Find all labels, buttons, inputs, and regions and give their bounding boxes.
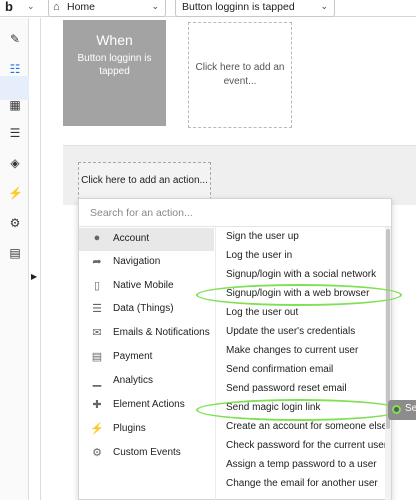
action-log-the-user-out[interactable]: Log the user out — [226, 307, 298, 321]
category-emails-notifications[interactable]: ✉ Emails & Notifications — [79, 322, 214, 345]
brand-chevron-down-icon[interactable]: ⌄ — [27, 1, 35, 12]
category-native-mobile[interactable]: ▯ Native Mobile — [79, 275, 214, 298]
action-create-account-someone-else[interactable]: Create an account for someone else — [226, 421, 387, 435]
pencil-icon[interactable]: ✎ — [8, 32, 22, 46]
event-select-value: Button logginn is tapped — [182, 1, 295, 13]
action-assign-temp-password[interactable]: Assign a temp password to a user — [226, 459, 377, 473]
top-bar: b ⌄ ⌂ Home ⌄ Button logginn is tapped ⌄ — [0, 0, 416, 17]
action-check-password-current-user[interactable]: Check password for the current user — [226, 440, 387, 454]
event-card-subtitle: Button logginn is tapped — [77, 53, 152, 77]
category-label: Native Mobile — [113, 280, 174, 291]
action-list-scrollbar[interactable] — [385, 227, 391, 500]
action-list: Sign the user up Log the user in Signup/… — [215, 227, 387, 500]
settings-icon[interactable]: ⚙ — [8, 216, 22, 230]
home-icon: ⌂ — [53, 1, 60, 13]
category-label: Plugins — [113, 423, 146, 434]
collapse-arrow-icon[interactable]: ▶ — [31, 272, 37, 281]
logs-icon[interactable]: ▤ — [8, 246, 22, 260]
action-dropdown: Search for an action... ● Account ➦ Navi… — [78, 198, 392, 500]
category-data-things[interactable]: ☰ Data (Things) — [79, 298, 214, 321]
add-event-button[interactable]: Click here to add an event... — [188, 22, 292, 128]
action-change-email-another-user[interactable]: Change the email for another user — [226, 478, 378, 492]
category-plugins[interactable]: ⚡ Plugins — [79, 418, 214, 441]
brand-logo[interactable]: b — [5, 0, 13, 14]
chevron-down-icon: ⌄ — [320, 1, 328, 11]
action-make-changes-current-user[interactable]: Make changes to current user — [226, 345, 358, 359]
action-update-credentials[interactable]: Update the user's credentials — [226, 326, 355, 340]
category-label: Element Actions — [113, 399, 185, 410]
action-send-confirmation-email[interactable]: Send confirmation email — [226, 364, 333, 378]
plugin-icon[interactable]: ⚡ — [8, 186, 23, 200]
highlight-dot-icon — [392, 405, 401, 414]
category-analytics[interactable]: ▁ Analytics — [79, 370, 214, 393]
page-select[interactable]: ⌂ Home ⌄ — [48, 0, 166, 17]
user-icon: ● — [93, 232, 101, 244]
card-icon: ▤ — [91, 351, 103, 363]
action-send-password-reset-email[interactable]: Send password reset email — [226, 383, 347, 397]
database-icon[interactable]: ☰ — [8, 126, 22, 140]
category-payment[interactable]: ▤ Payment — [79, 346, 214, 369]
event-card[interactable]: When Button logginn is tapped — [63, 20, 166, 126]
highlight-oval-web-browser — [196, 284, 402, 306]
category-account[interactable]: ● Account — [79, 228, 214, 251]
chart-icon: ▁ — [92, 375, 102, 387]
category-label: Emails & Notifications — [113, 327, 210, 338]
database-icon: ☰ — [92, 303, 102, 315]
rail-active-highlight — [0, 76, 29, 100]
highlight-oval-magic-link — [196, 399, 402, 421]
category-custom-events[interactable]: ⚙ Custom Events — [79, 442, 214, 465]
action-signup-login-social[interactable]: Signup/login with a social network — [226, 269, 376, 283]
event-select[interactable]: Button logginn is tapped ⌄ — [175, 0, 335, 17]
chevron-down-icon: ⌄ — [151, 1, 159, 11]
add-action-button[interactable]: Click here to add an action... — [78, 162, 211, 200]
category-list: ● Account ➦ Navigation ▯ Native Mobile ☰… — [79, 227, 214, 500]
data-icon[interactable]: ▦ — [8, 98, 22, 112]
action-log-the-user-in[interactable]: Log the user in — [226, 250, 292, 264]
page-select-value: Home — [67, 1, 96, 13]
navigation-icon: ➦ — [92, 256, 102, 268]
category-navigation[interactable]: ➦ Navigation — [79, 251, 214, 274]
left-rail: ✎ ☷ ▦ ☰ ◈ ⚡ ⚙ ▤ — [0, 18, 29, 500]
workflow-icon[interactable]: ☷ — [8, 62, 22, 76]
side-tooltip: Se — [388, 400, 416, 420]
scrollbar-thumb[interactable] — [386, 229, 390, 429]
category-label: Analytics — [113, 375, 154, 386]
palette-icon[interactable]: ◈ — [8, 156, 22, 170]
action-search-input[interactable]: Search for an action... — [79, 199, 391, 227]
event-card-title: When — [96, 32, 133, 48]
side-tooltip-text: Se — [405, 403, 416, 414]
element-icon: ✚ — [92, 399, 102, 411]
category-label: Navigation — [113, 256, 161, 267]
mail-icon: ✉ — [92, 327, 102, 339]
category-label: Account — [113, 233, 150, 244]
plugin-icon: ⚡ — [90, 423, 104, 435]
action-sign-the-user-up[interactable]: Sign the user up — [226, 231, 299, 245]
mobile-icon: ▯ — [93, 280, 101, 292]
gears-icon: ⚙ — [92, 447, 102, 459]
category-element-actions[interactable]: ✚ Element Actions — [79, 394, 214, 417]
category-label: Payment — [113, 351, 153, 362]
category-label: Data (Things) — [113, 303, 174, 314]
category-label: Custom Events — [113, 447, 181, 458]
